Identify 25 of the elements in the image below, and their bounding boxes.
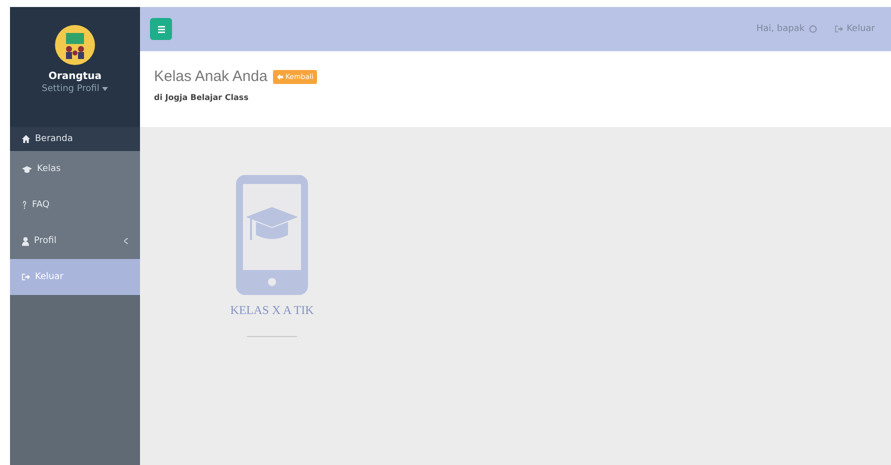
greeting-text: Hai, bapak [756,24,805,34]
tablet-graduation-icon[interactable] [236,175,308,295]
user-name: Orangtua [48,71,102,82]
user-icon [22,236,29,246]
sign-out-icon [22,273,30,281]
menu-item[interactable]: Keluar [10,259,140,295]
graduation-cap-icon [22,166,32,172]
caret-icon [102,87,108,91]
question-icon [22,201,27,209]
menu-item[interactable]: Profil [10,223,140,259]
menu-item[interactable]: Beranda [10,127,140,151]
home-icon [22,135,30,143]
setting-profile-link[interactable]: Setting Profil [42,82,108,96]
menu-button[interactable] [150,18,172,40]
menu-item[interactable]: FAQ [10,187,140,223]
avatar-icon [55,25,95,65]
sign-out-icon [834,25,843,33]
page-subtitle: di Jogja Belajar Class [154,93,250,102]
page-title: Kelas Anak Anda [154,68,268,85]
chevron-icon [124,238,128,244]
menu-icon [158,26,164,32]
logout-link[interactable]: Keluar [828,23,881,35]
menu-item[interactable]: Kelas [10,151,140,187]
class-name[interactable]: KELAS X A TIK [230,303,314,318]
arrow-left-icon [277,74,284,80]
